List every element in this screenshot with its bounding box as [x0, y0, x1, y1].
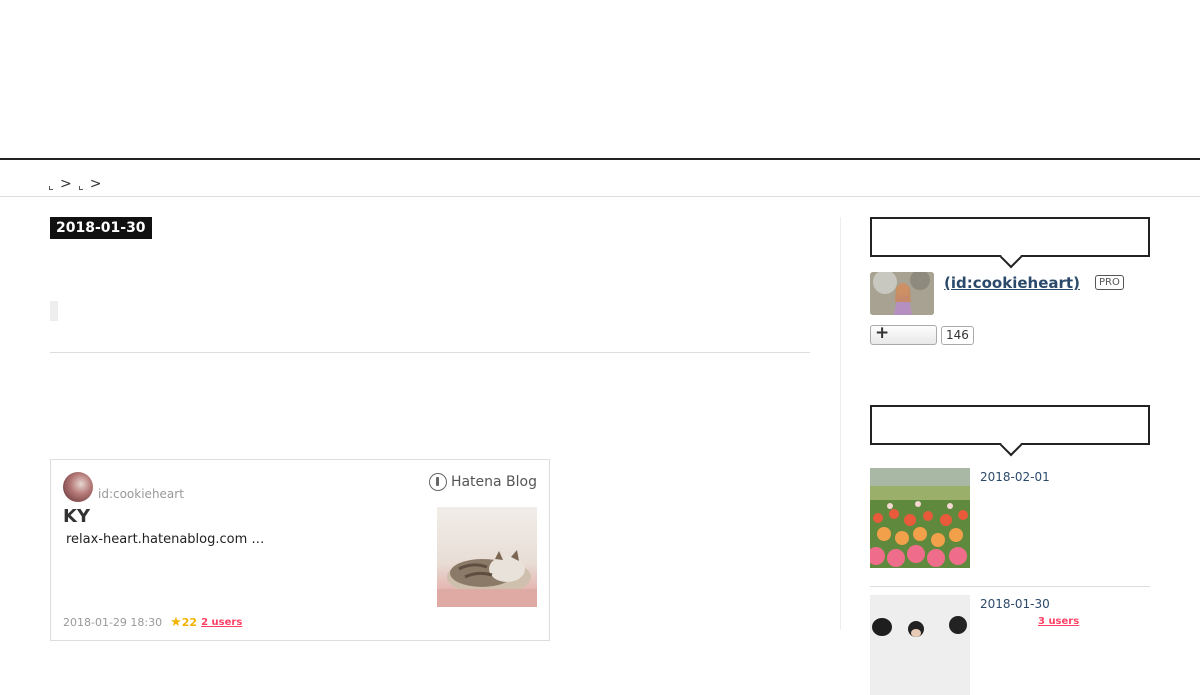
embed-description: relax-heart.hatenablog.com … — [66, 532, 265, 547]
subscriber-count: 146 — [941, 325, 974, 345]
recent-entry-thumbnail[interactable] — [870, 595, 970, 695]
sidebar-profile: (id:cookieheart) PRO — [870, 272, 1150, 316]
breadcrumb-separator: > — [60, 176, 72, 192]
column-divider — [840, 217, 841, 630]
hatena-blog-label: Hatena Blog — [450, 474, 537, 490]
profile-photo — [870, 272, 934, 315]
breadcrumb-divider — [0, 196, 1200, 197]
bookmark-users[interactable]: 3 users — [1038, 616, 1079, 627]
embed-title[interactable]: KY — [63, 506, 90, 527]
subscribe-button[interactable] — [870, 323, 937, 345]
recent-entry-date[interactable]: 2018-01-30 — [980, 597, 1050, 611]
star-icon[interactable]: ★ — [170, 615, 182, 630]
article-divider — [50, 352, 810, 353]
subscribe-widget: 146 — [870, 323, 974, 345]
article-date[interactable]: 2018-01-30 — [50, 217, 152, 239]
recent-entry[interactable]: 2018-01-30 3 users — [870, 595, 1150, 695]
embed-author-avatar[interactable] — [63, 472, 93, 502]
blog-embed-card[interactable]: id:cookieheart Hatena Blog KY relax-hear… — [50, 459, 550, 641]
profile-name-link[interactable]: (id:cookieheart) — [944, 274, 1080, 292]
embed-timestamp: 2018-01-29 18:30 — [63, 616, 163, 629]
profile-image[interactable] — [870, 272, 934, 315]
people-image — [870, 595, 970, 695]
article-main: 2018-01-30 — [50, 217, 810, 353]
recent-entry[interactable]: 2018-02-01 — [870, 468, 1150, 587]
header-area — [0, 0, 1200, 158]
recent-entry-thumbnail[interactable] — [870, 468, 970, 568]
breadcrumb-home-link[interactable] — [48, 177, 54, 191]
hatena-blog-brand[interactable]: Hatena Blog — [428, 473, 537, 491]
embed-author-id[interactable]: id:cookieheart — [98, 487, 184, 501]
sidebar: (id:cookieheart) PRO 146 — [870, 217, 1150, 695]
sidebar-profile-heading — [870, 217, 1150, 257]
star-count[interactable]: 22 — [182, 616, 197, 629]
embed-thumbnail[interactable] — [437, 507, 537, 607]
pro-badge: PRO — [1095, 275, 1124, 290]
breadcrumb: > > — [48, 174, 107, 194]
breadcrumb-separator: > — [89, 176, 102, 192]
tulip-image — [870, 468, 970, 568]
breadcrumb-category-link[interactable] — [78, 177, 84, 191]
hatena-blog-logo-icon — [428, 473, 447, 491]
article-title-placeholder — [50, 301, 58, 321]
bookmark-users[interactable]: 2 users — [201, 617, 242, 628]
recent-entry-date[interactable]: 2018-02-01 — [980, 470, 1050, 484]
cat-image — [437, 550, 537, 607]
header-divider — [0, 158, 1200, 160]
sidebar-recent-heading — [870, 405, 1150, 445]
embed-footer: 2018-01-29 18:30 ★ 22 2 users — [63, 615, 242, 630]
